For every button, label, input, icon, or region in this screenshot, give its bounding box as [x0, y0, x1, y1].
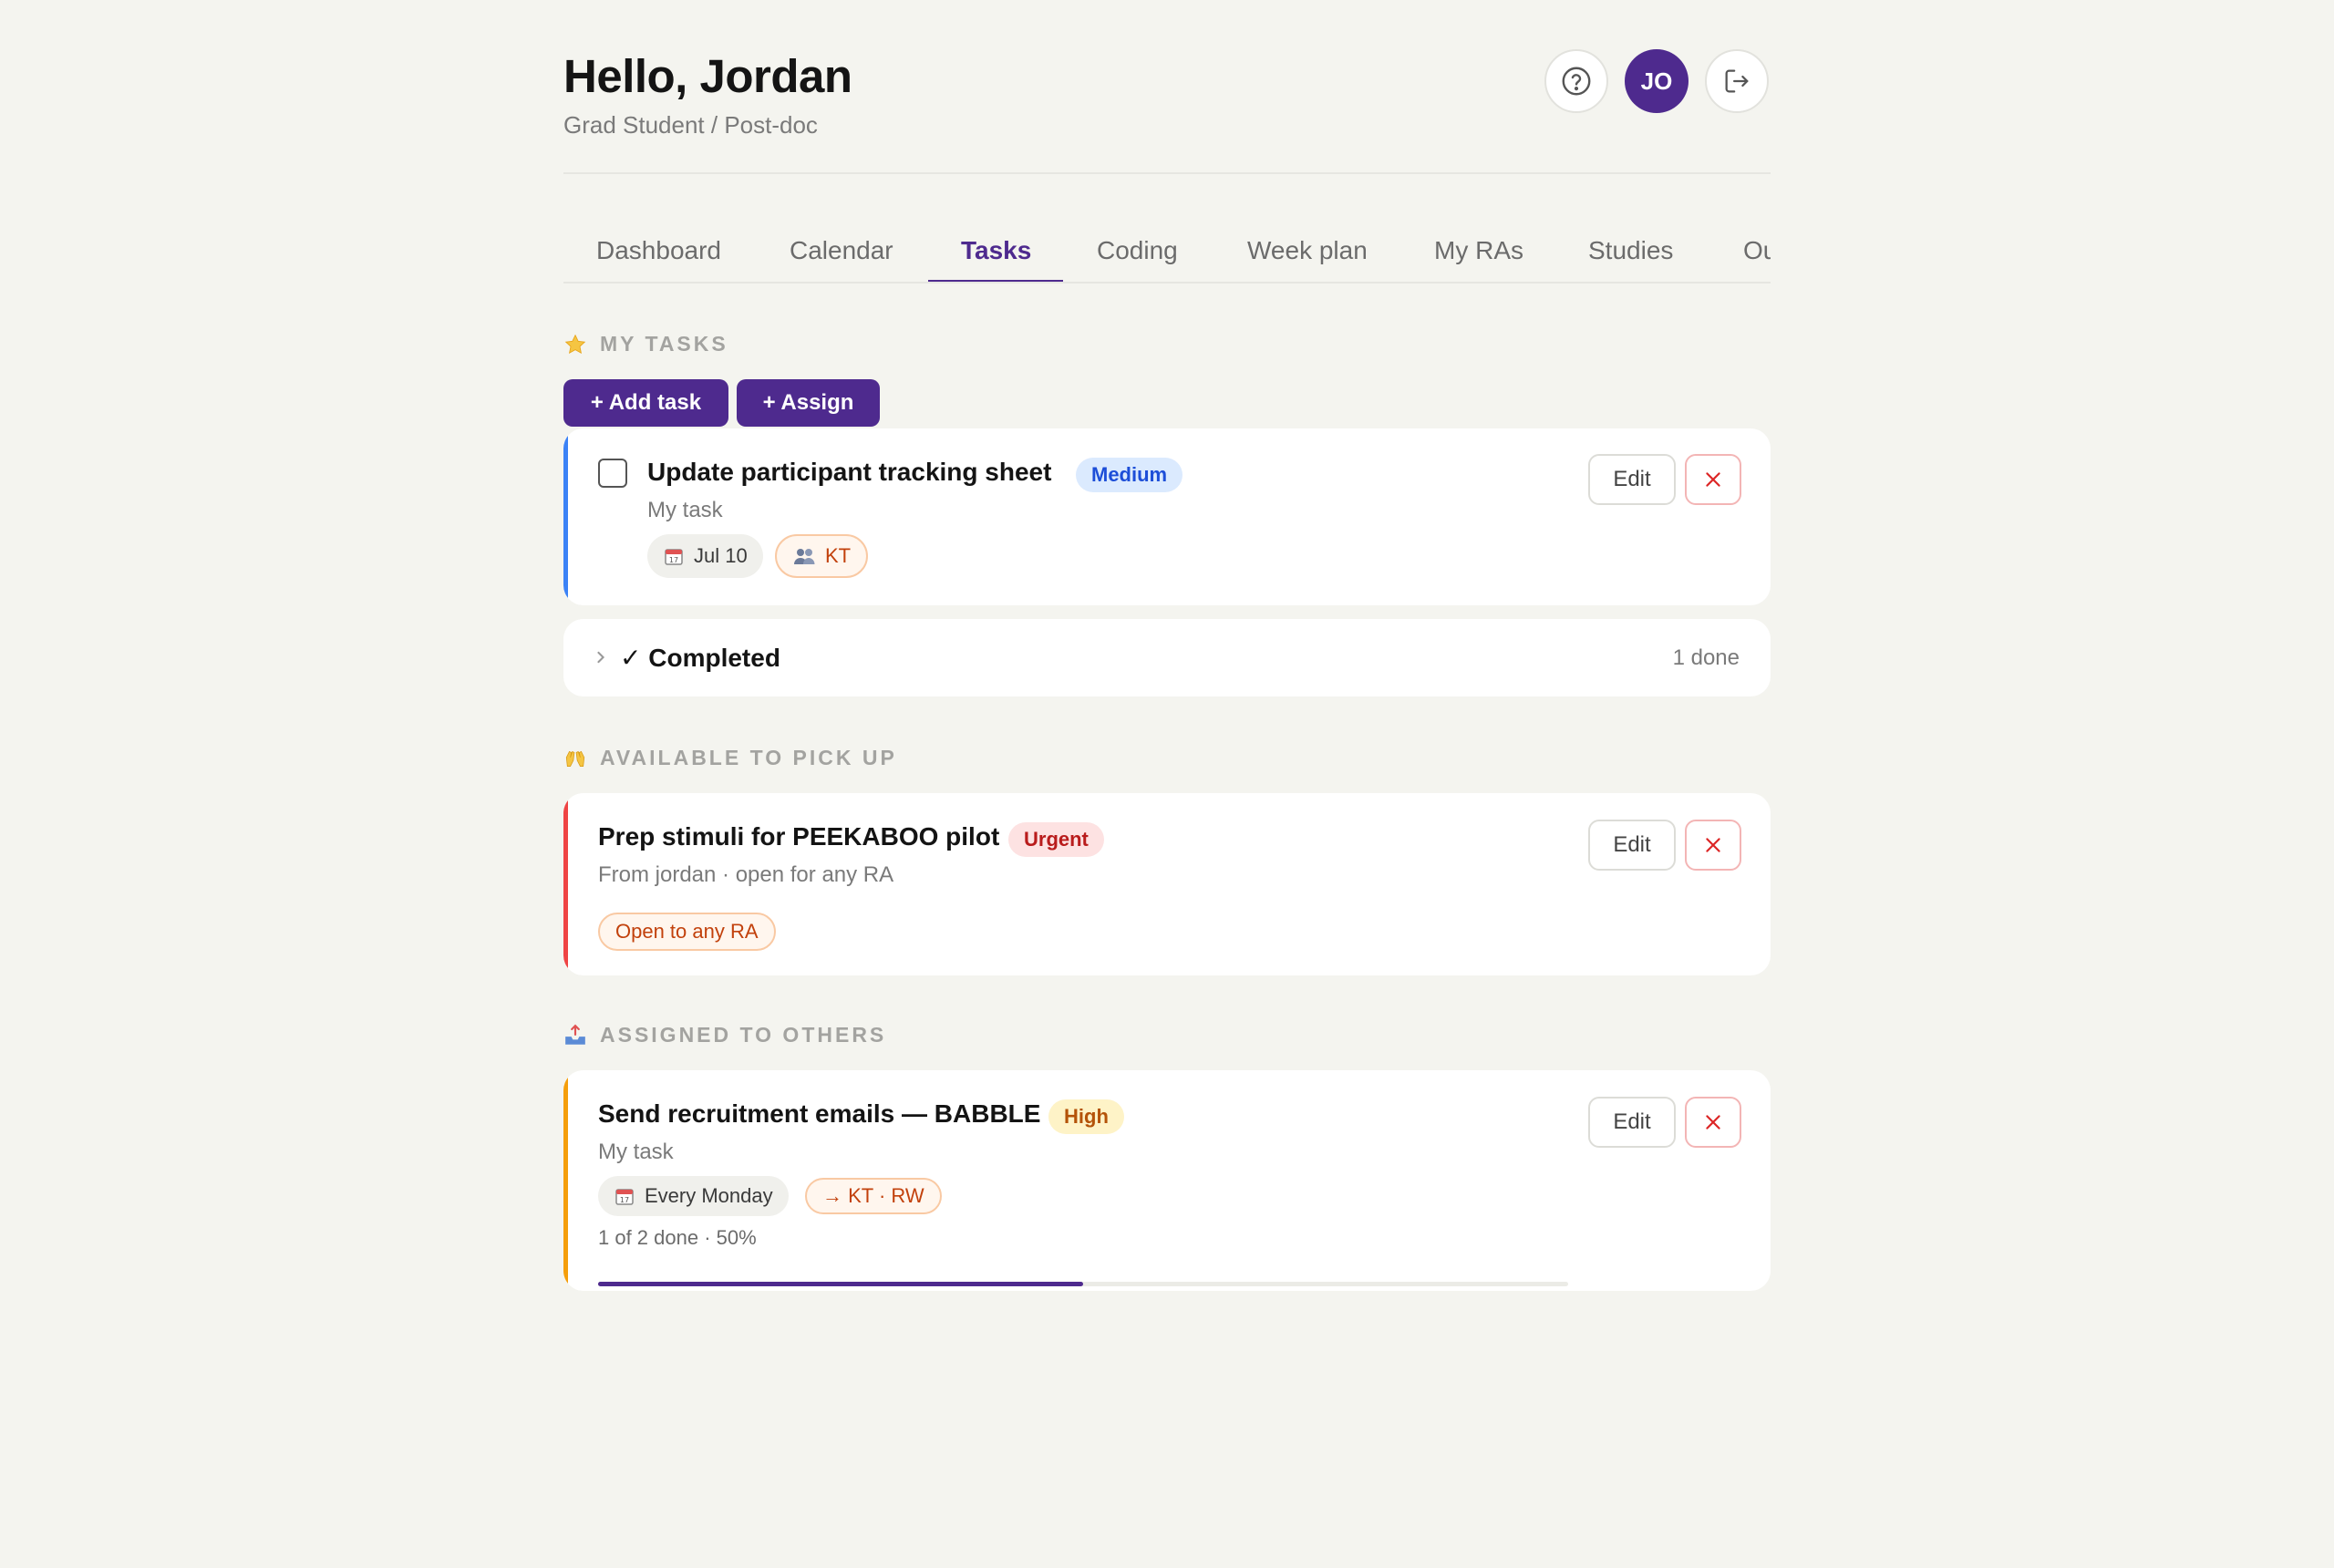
- avatar[interactable]: JO: [1625, 49, 1689, 113]
- star-icon: [564, 334, 586, 354]
- open-to-any-ra-chip: Open to any RA: [598, 913, 776, 951]
- tab-outreach[interactable]: Ou: [1743, 236, 1771, 265]
- section-assigned-label: ASSIGNED TO OTHERS: [600, 1023, 887, 1047]
- assignee-label: KT: [825, 544, 852, 567]
- assign-button[interactable]: + Assign: [737, 379, 880, 427]
- edit-button[interactable]: Edit: [1588, 454, 1676, 505]
- task-subtitle: My task: [647, 498, 723, 522]
- delete-button[interactable]: [1685, 1097, 1741, 1148]
- raised-hands-icon: [565, 750, 585, 767]
- app-container: Hello, Jordan Grad Student / Post-doc JO…: [563, 0, 1771, 1291]
- logout-button[interactable]: [1705, 49, 1769, 113]
- schedule-chip: 17 Every Monday: [598, 1176, 789, 1216]
- calendar-icon: 17: [615, 1189, 634, 1205]
- task-card-update-tracking-sheet: Update participant tracking sheet Medium…: [563, 428, 1771, 605]
- section-available-label: AVAILABLE TO PICK UP: [600, 746, 897, 769]
- progress-bar-fill: [598, 1282, 1083, 1286]
- tab-week-plan[interactable]: Week plan: [1247, 236, 1368, 265]
- due-date-chip: 17 Jul 10: [647, 534, 763, 578]
- close-icon: [1706, 838, 1720, 852]
- edit-button[interactable]: Edit: [1588, 820, 1676, 871]
- tab-my-ras[interactable]: My RAs: [1434, 236, 1523, 265]
- schedule-label: Every Monday: [645, 1184, 773, 1207]
- section-assigned-heading: ASSIGNED TO OTHERS: [563, 1023, 886, 1047]
- page-title: Hello, Jordan: [563, 50, 852, 102]
- tab-calendar[interactable]: Calendar: [790, 236, 893, 265]
- active-tab-indicator: [928, 280, 1063, 282]
- close-icon: [1706, 1115, 1720, 1130]
- tab-dashboard[interactable]: Dashboard: [596, 236, 721, 265]
- completed-section[interactable]: ✓ Completed 1 done: [563, 619, 1771, 696]
- svg-text:17: 17: [669, 556, 678, 564]
- assignee-chip: KT: [775, 534, 869, 578]
- task-card-prep-stimuli: Prep stimuli for PEEKABOO pilot Urgent F…: [563, 793, 1771, 975]
- priority-badge: Medium: [1076, 458, 1183, 492]
- edit-button[interactable]: Edit: [1588, 1097, 1676, 1148]
- due-date-label: Jul 10: [694, 544, 748, 567]
- close-icon: [1706, 472, 1720, 487]
- task-done-checkbox[interactable]: [598, 459, 627, 488]
- user-role: Grad Student / Post-doc: [563, 111, 818, 139]
- page-header: Hello, Jordan Grad Student / Post-doc JO: [563, 0, 1771, 174]
- assignees-chip: → KT · RW: [805, 1178, 942, 1214]
- question-circle-icon: [1562, 67, 1591, 96]
- section-available-heading: AVAILABLE TO PICK UP: [563, 746, 897, 770]
- outbox-tray-icon: [565, 1024, 585, 1045]
- task-subtitle: From jordan · open for any RA: [598, 862, 894, 887]
- priority-bar: [563, 793, 568, 975]
- tab-studies[interactable]: Studies: [1588, 236, 1673, 265]
- task-title: Update participant tracking sheet: [647, 458, 1052, 486]
- delete-button[interactable]: [1685, 454, 1741, 505]
- section-my-tasks-label: MY TASKS: [600, 332, 728, 356]
- section-my-tasks-heading: MY TASKS: [563, 332, 728, 356]
- tab-tasks[interactable]: Tasks: [961, 236, 1031, 265]
- add-task-button[interactable]: + Add task: [563, 379, 728, 427]
- tab-coding[interactable]: Coding: [1097, 236, 1178, 265]
- progress-label: 1 of 2 done · 50%: [598, 1226, 757, 1249]
- priority-badge: High: [1048, 1099, 1124, 1134]
- task-card-recruitment-emails: Send recruitment emails — BABBLE High My…: [563, 1070, 1771, 1291]
- logout-icon: [1725, 69, 1749, 93]
- priority-bar: [563, 428, 568, 605]
- priority-badge: Urgent: [1008, 822, 1104, 857]
- task-subtitle: My task: [598, 1140, 674, 1164]
- calendar-icon: 17: [665, 549, 683, 565]
- svg-text:17: 17: [620, 1196, 629, 1204]
- priority-bar: [563, 1070, 568, 1291]
- tab-bar: Dashboard Calendar Tasks Coding Week pla…: [563, 174, 1771, 284]
- progress-bar: [598, 1282, 1568, 1286]
- delete-button[interactable]: [1685, 820, 1741, 871]
- task-title: Send recruitment emails — BABBLE: [598, 1099, 1041, 1128]
- completed-count: 1 done: [1672, 645, 1740, 670]
- completed-label: ✓ Completed: [620, 644, 780, 672]
- people-icon: [794, 549, 815, 564]
- chevron-right-icon: [597, 651, 605, 664]
- task-title: Prep stimuli for PEEKABOO pilot: [598, 822, 1000, 851]
- help-button[interactable]: [1544, 49, 1608, 113]
